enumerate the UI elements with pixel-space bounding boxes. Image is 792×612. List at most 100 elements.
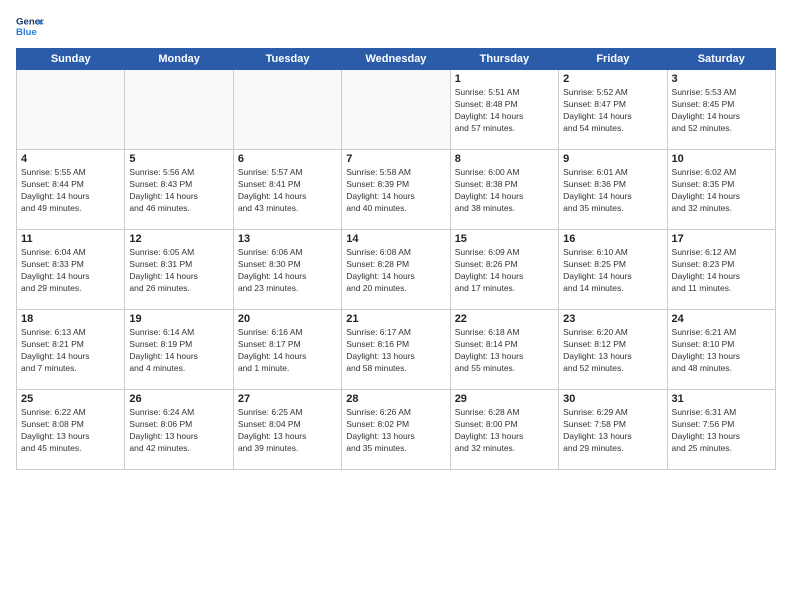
day-number: 3 [672,73,771,85]
calendar-cell: 17 Sunrise: 6:12 AM Sunset: 8:23 PM Dayli… [667,230,775,310]
day-number: 16 [563,233,662,245]
day-info: Sunrise: 6:10 AM Sunset: 8:25 PM Dayligh… [563,247,662,295]
day-number: 21 [346,313,445,325]
day-number: 14 [346,233,445,245]
header: General Blue [16,12,776,40]
day-number: 10 [672,153,771,165]
calendar-week-4: 18 Sunrise: 6:13 AM Sunset: 8:21 PM Dayli… [17,310,776,390]
day-info: Sunrise: 6:09 AM Sunset: 8:26 PM Dayligh… [455,247,554,295]
calendar-table: SundayMondayTuesdayWednesdayThursdayFrid… [16,48,776,470]
calendar-cell: 14 Sunrise: 6:08 AM Sunset: 8:28 PM Dayli… [342,230,450,310]
calendar-cell: 1 Sunrise: 5:51 AM Sunset: 8:48 PM Daylig… [450,70,558,150]
day-number: 27 [238,393,337,405]
calendar-week-3: 11 Sunrise: 6:04 AM Sunset: 8:33 PM Dayli… [17,230,776,310]
day-info: Sunrise: 6:01 AM Sunset: 8:36 PM Dayligh… [563,167,662,215]
calendar-cell: 9 Sunrise: 6:01 AM Sunset: 8:36 PM Daylig… [559,150,667,230]
day-info: Sunrise: 6:06 AM Sunset: 8:30 PM Dayligh… [238,247,337,295]
weekday-header-sunday: Sunday [17,49,125,70]
day-info: Sunrise: 6:29 AM Sunset: 7:58 PM Dayligh… [563,407,662,455]
day-info: Sunrise: 6:21 AM Sunset: 8:10 PM Dayligh… [672,327,771,375]
day-number: 15 [455,233,554,245]
calendar-cell: 11 Sunrise: 6:04 AM Sunset: 8:33 PM Dayli… [17,230,125,310]
weekday-header-row: SundayMondayTuesdayWednesdayThursdayFrid… [17,49,776,70]
weekday-header-monday: Monday [125,49,233,70]
calendar-cell: 2Sunrise: 5:52 AM Sunset: 8:47 PM Daylig… [559,70,667,150]
calendar-cell: 29 Sunrise: 6:28 AM Sunset: 8:00 PM Dayli… [450,390,558,470]
day-number: 13 [238,233,337,245]
logo: General Blue [16,12,44,40]
day-number: 5 [129,153,228,165]
day-info: Sunrise: 6:28 AM Sunset: 8:00 PM Dayligh… [455,407,554,455]
day-info: Sunrise: 6:31 AM Sunset: 7:56 PM Dayligh… [672,407,771,455]
day-info: Sunrise: 6:26 AM Sunset: 8:02 PM Dayligh… [346,407,445,455]
calendar-cell: 23 Sunrise: 6:20 AM Sunset: 8:12 PM Dayli… [559,310,667,390]
day-info: Sunrise: 6:14 AM Sunset: 8:19 PM Dayligh… [129,327,228,375]
calendar-cell: 27 Sunrise: 6:25 AM Sunset: 8:04 PM Dayli… [233,390,341,470]
calendar-cell: 18 Sunrise: 6:13 AM Sunset: 8:21 PM Dayli… [17,310,125,390]
weekday-header-saturday: Saturday [667,49,775,70]
day-number: 18 [21,313,120,325]
day-number: 23 [563,313,662,325]
day-info: Sunrise: 6:17 AM Sunset: 8:16 PM Dayligh… [346,327,445,375]
day-number: 19 [129,313,228,325]
day-info: Sunrise: 5:56 AM Sunset: 8:43 PM Dayligh… [129,167,228,215]
day-info: Sunrise: 6:00 AM Sunset: 8:38 PM Dayligh… [455,167,554,215]
calendar-cell: 30 Sunrise: 6:29 AM Sunset: 7:58 PM Dayli… [559,390,667,470]
day-info: Sunrise: 5:51 AM Sunset: 8:48 PM Dayligh… [455,87,554,135]
day-info: Sunrise: 6:25 AM Sunset: 8:04 PM Dayligh… [238,407,337,455]
weekday-header-wednesday: Wednesday [342,49,450,70]
day-info: Sunrise: 6:13 AM Sunset: 8:21 PM Dayligh… [21,327,120,375]
svg-text:Blue: Blue [16,27,37,38]
day-number: 4 [21,153,120,165]
day-number: 29 [455,393,554,405]
calendar-cell: 8 Sunrise: 6:00 AM Sunset: 8:38 PM Daylig… [450,150,558,230]
calendar-cell: 26Sunrise: 6:24 AM Sunset: 8:06 PM Dayli… [125,390,233,470]
calendar-cell: 25Sunrise: 6:22 AM Sunset: 8:08 PM Dayli… [17,390,125,470]
weekday-header-friday: Friday [559,49,667,70]
calendar-cell: 4 Sunrise: 5:55 AM Sunset: 8:44 PM Daylig… [17,150,125,230]
calendar-cell: 15 Sunrise: 6:09 AM Sunset: 8:26 PM Dayli… [450,230,558,310]
calendar-cell: 12 Sunrise: 6:05 AM Sunset: 8:31 PM Dayli… [125,230,233,310]
day-number: 12 [129,233,228,245]
calendar-cell: 13 Sunrise: 6:06 AM Sunset: 8:30 PM Dayli… [233,230,341,310]
day-info: Sunrise: 6:04 AM Sunset: 8:33 PM Dayligh… [21,247,120,295]
calendar-cell: 22Sunrise: 6:18 AM Sunset: 8:14 PM Dayli… [450,310,558,390]
day-number: 31 [672,393,771,405]
weekday-header-thursday: Thursday [450,49,558,70]
day-number: 30 [563,393,662,405]
day-number: 9 [563,153,662,165]
calendar-week-2: 4 Sunrise: 5:55 AM Sunset: 8:44 PM Daylig… [17,150,776,230]
day-info: Sunrise: 6:20 AM Sunset: 8:12 PM Dayligh… [563,327,662,375]
day-number: 8 [455,153,554,165]
calendar-cell [342,70,450,150]
calendar-cell: 3 Sunrise: 5:53 AM Sunset: 8:45 PM Daylig… [667,70,775,150]
calendar-cell: 10 Sunrise: 6:02 AM Sunset: 8:35 PM Dayli… [667,150,775,230]
day-number: 6 [238,153,337,165]
calendar-cell: 24 Sunrise: 6:21 AM Sunset: 8:10 PM Dayli… [667,310,775,390]
day-number: 1 [455,73,554,85]
calendar-cell: 6 Sunrise: 5:57 AM Sunset: 8:41 PM Daylig… [233,150,341,230]
day-info: Sunrise: 5:57 AM Sunset: 8:41 PM Dayligh… [238,167,337,215]
calendar-cell: 5 Sunrise: 5:56 AM Sunset: 8:43 PM Daylig… [125,150,233,230]
day-number: 20 [238,313,337,325]
day-number: 11 [21,233,120,245]
calendar-cell: 20 Sunrise: 6:16 AM Sunset: 8:17 PM Dayli… [233,310,341,390]
day-number: 28 [346,393,445,405]
day-info: Sunrise: 6:16 AM Sunset: 8:17 PM Dayligh… [238,327,337,375]
day-info: Sunrise: 5:55 AM Sunset: 8:44 PM Dayligh… [21,167,120,215]
day-number: 24 [672,313,771,325]
day-info: Sunrise: 6:05 AM Sunset: 8:31 PM Dayligh… [129,247,228,295]
calendar-week-1: 1 Sunrise: 5:51 AM Sunset: 8:48 PM Daylig… [17,70,776,150]
day-info: Sunrise: 5:53 AM Sunset: 8:45 PM Dayligh… [672,87,771,135]
day-number: 25 [21,393,120,405]
calendar-cell: 16 Sunrise: 6:10 AM Sunset: 8:25 PM Dayli… [559,230,667,310]
calendar-cell [233,70,341,150]
day-info: Sunrise: 6:08 AM Sunset: 8:28 PM Dayligh… [346,247,445,295]
day-number: 7 [346,153,445,165]
day-info: Sunrise: 6:02 AM Sunset: 8:35 PM Dayligh… [672,167,771,215]
day-number: 2 [563,73,662,85]
day-info: Sunrise: 6:12 AM Sunset: 8:23 PM Dayligh… [672,247,771,295]
day-number: 17 [672,233,771,245]
day-info: Sunrise: 6:18 AM Sunset: 8:14 PM Dayligh… [455,327,554,375]
calendar-cell: 28 Sunrise: 6:26 AM Sunset: 8:02 PM Dayli… [342,390,450,470]
